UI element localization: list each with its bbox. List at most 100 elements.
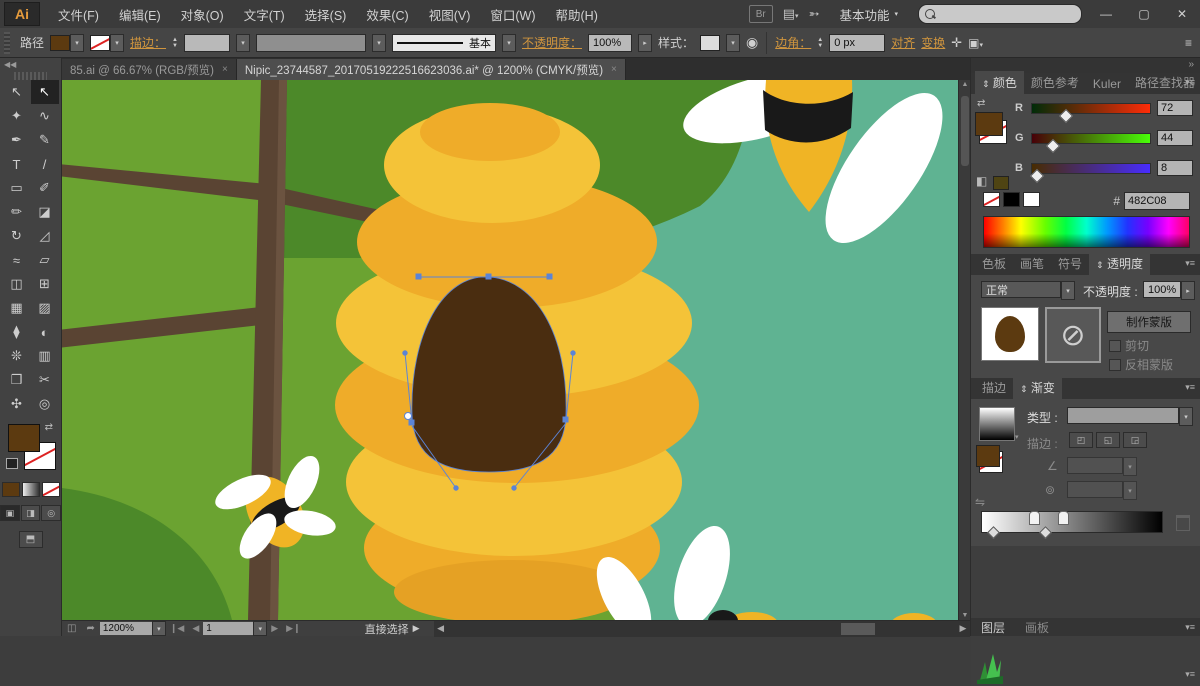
tool-selection[interactable]: ↖ — [3, 80, 31, 104]
empty-area-menu-icon[interactable]: ▾≡ — [1185, 669, 1195, 680]
tool-curvature[interactable]: ✎ — [31, 128, 59, 152]
opacity-field[interactable]: 100% — [588, 34, 632, 52]
menu-help[interactable]: 帮助(H) — [546, 0, 608, 28]
minimize-button[interactable]: — — [1092, 4, 1120, 24]
recolor-artwork-icon[interactable]: ◉ — [746, 34, 758, 51]
corner-field[interactable]: 0 px — [829, 34, 885, 52]
make-mask-button[interactable]: 制作蒙版 — [1107, 311, 1191, 333]
corner-link[interactable]: 边角： — [775, 34, 811, 51]
stroke-width-field[interactable] — [184, 34, 230, 52]
width-profile-dropdown-icon[interactable]: ▾ — [372, 34, 386, 52]
close-button[interactable]: ✕ — [1168, 4, 1196, 24]
tool-rotate[interactable]: ↻ — [3, 224, 31, 248]
vertical-scrollbar[interactable]: ▲ ▼ — [958, 80, 970, 620]
stroke-across-button[interactable]: ◲ — [1123, 432, 1147, 448]
tab-artboards[interactable]: 画板 — [1015, 617, 1059, 638]
transparency-opacity-arrow[interactable]: ▸ — [1181, 281, 1195, 300]
handle-endpoint[interactable] — [403, 351, 407, 355]
mask-thumbnail[interactable]: ⊘ — [1045, 307, 1101, 363]
none-swatch[interactable] — [983, 192, 1000, 207]
gradient-stop[interactable] — [1029, 511, 1040, 525]
blend-mode-dropdown-icon[interactable]: ▾ — [1061, 281, 1075, 300]
tab-transparency[interactable]: ⇕ 透明度 — [1089, 252, 1150, 275]
out-of-gamut-icon[interactable]: ◧ — [976, 174, 987, 188]
tool-eraser[interactable]: ◪ — [31, 200, 59, 224]
default-colors-icon[interactable] — [6, 458, 18, 469]
zoom-dropdown-icon[interactable]: ▾ — [152, 621, 166, 636]
blue-value-field[interactable]: 8 — [1157, 160, 1193, 176]
tool-line-segment[interactable]: / — [31, 152, 59, 176]
width-profile-select[interactable] — [256, 34, 366, 52]
gradient-midpoint[interactable] — [1040, 526, 1053, 539]
draw-behind-button[interactable]: ◨ — [21, 505, 41, 521]
color-mode-button[interactable] — [2, 482, 20, 497]
gradient-ratio-dropdown-icon[interactable]: ▾ — [1123, 481, 1137, 500]
red-slider-thumb[interactable] — [1059, 108, 1073, 122]
artboard-number-field[interactable]: 1 — [203, 622, 253, 635]
menu-window[interactable]: 窗口(W) — [480, 0, 545, 28]
control-bar-gripper[interactable] — [4, 32, 10, 54]
gamut-swatch[interactable] — [993, 176, 1009, 190]
app-logo[interactable]: Ai — [4, 2, 40, 26]
tab-color-guide[interactable]: 颜色参考 — [1024, 71, 1086, 94]
gradient-thumb-dropdown-icon[interactable]: ▾ — [1015, 433, 1019, 441]
clip-checkbox[interactable]: 剪切 — [1109, 337, 1149, 354]
black-swatch[interactable] — [1003, 192, 1020, 207]
tab-color[interactable]: ⇕ 颜色 — [975, 71, 1024, 94]
prev-artboard-button[interactable]: ◀ — [188, 623, 203, 634]
stroke-width-dropdown-icon[interactable]: ▾ — [236, 34, 250, 52]
white-swatch[interactable] — [1023, 192, 1040, 207]
tab-kuler[interactable]: Kuler — [1086, 74, 1128, 94]
tool-zoom[interactable]: ◎ — [31, 392, 59, 416]
tool-symbol-sprayer[interactable]: ❊ — [3, 344, 31, 368]
tool-mesh[interactable]: ▦ — [3, 296, 31, 320]
fill-color-button[interactable]: ▾ — [50, 34, 84, 52]
next-artboard-button[interactable]: ▶ — [267, 623, 282, 634]
tool-hand[interactable]: ✣ — [3, 392, 31, 416]
status-flyout-icon[interactable]: ▶ — [409, 623, 424, 634]
tools-collapse-icon[interactable]: ◀◀ — [0, 58, 61, 72]
delete-stop-icon[interactable] — [1176, 515, 1190, 531]
brush-definition-dropdown-icon[interactable]: ▾ — [502, 34, 516, 52]
fill-color-well[interactable] — [8, 424, 40, 452]
gradient-slider[interactable] — [981, 511, 1163, 533]
menu-view[interactable]: 视图(V) — [419, 0, 481, 28]
tab-stroke[interactable]: 描边 — [975, 376, 1013, 399]
tool-magic-wand[interactable]: ✦ — [3, 104, 31, 128]
gradient-stop[interactable] — [1058, 511, 1069, 525]
stroke-panel-link[interactable]: 描边： — [130, 34, 166, 51]
hive-top-cap[interactable] — [420, 103, 560, 161]
tool-paintbrush[interactable]: ✐ — [31, 176, 59, 200]
color-panel-menu-icon[interactable]: ▾≡ — [1185, 77, 1195, 88]
handle-endpoint[interactable] — [547, 274, 552, 279]
layers-panel-menu-icon[interactable]: ▾≡ — [1185, 622, 1195, 633]
stroke-along-button[interactable]: ◱ — [1096, 432, 1120, 448]
style-swatch[interactable] — [700, 35, 720, 51]
menu-object[interactable]: 对象(O) — [171, 0, 234, 28]
blend-mode-select[interactable]: 正常 — [981, 281, 1061, 298]
swap-colors-icon[interactable]: ⇄ — [977, 98, 985, 109]
gradient-panel-menu-icon[interactable]: ▾≡ — [1185, 382, 1195, 393]
transparency-opacity-field[interactable]: 100% — [1143, 281, 1181, 298]
tool-eyedropper[interactable]: ⧫ — [3, 320, 31, 344]
object-thumbnail[interactable] — [981, 307, 1039, 361]
transform-link[interactable]: 变换 — [921, 34, 945, 51]
tool-blend[interactable]: ◐ — [31, 320, 59, 344]
workspace-switcher[interactable]: 基本功能▾ — [829, 0, 908, 28]
last-artboard-button[interactable]: ▶❙ — [282, 623, 304, 634]
menu-edit[interactable]: 编辑(E) — [109, 0, 171, 28]
search-input[interactable] — [918, 4, 1082, 24]
vertical-scroll-thumb[interactable] — [961, 96, 969, 166]
stroke-width-stepper[interactable]: ▲▼ — [172, 37, 178, 49]
handle-endpoint[interactable] — [512, 486, 516, 490]
tool-shape-builder[interactable]: ◫ — [3, 272, 31, 296]
tool-column-graph[interactable]: ▥ — [31, 344, 59, 368]
menu-select[interactable]: 选择(S) — [295, 0, 357, 28]
restore-button[interactable]: ▢ — [1130, 4, 1158, 24]
tab-close-icon[interactable]: × — [611, 64, 617, 75]
tool-rectangle[interactable]: ▭ — [3, 176, 31, 200]
stroke-color-button[interactable]: ▾ — [90, 34, 124, 52]
first-artboard-button[interactable]: ❙◀ — [166, 623, 188, 634]
red-slider[interactable] — [1031, 103, 1151, 114]
corner-stepper[interactable]: ▲▼ — [817, 37, 823, 49]
